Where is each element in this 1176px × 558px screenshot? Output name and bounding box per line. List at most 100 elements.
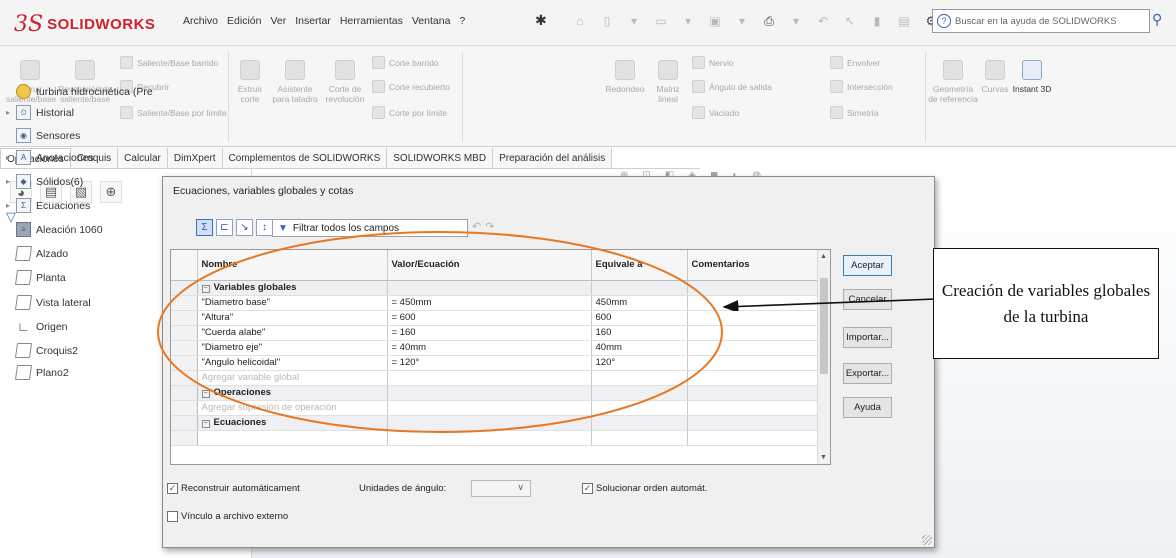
comment-cell[interactable] [687,355,820,371]
add-row[interactable] [171,430,820,446]
comment-cell[interactable] [687,325,820,341]
dimension-view-icon[interactable]: ↘ [236,219,253,236]
value-equation-cell[interactable]: = 450mm [387,295,592,311]
tree-item[interactable]: Plano2 [6,365,69,380]
mirror-button[interactable]: Simetría [830,106,879,119]
empty-cell[interactable] [591,400,688,416]
column-header-name[interactable]: Nombre [197,250,388,281]
value-equation-cell[interactable]: = 40mm [387,340,592,356]
tree-item[interactable]: Croquis2 [6,343,78,358]
filter-all-fields-button[interactable]: ▼ Filtrar todos los campos [272,219,468,237]
tree-item[interactable]: Alzado [6,246,68,261]
column-header-value[interactable]: Valor/Ecuación [387,250,592,281]
undo-icon[interactable]: ↶ [472,220,481,233]
chevron-down-icon[interactable]: ▾ [678,11,698,31]
solidworks-logo[interactable]: 3S SOLIDWORKS [14,10,155,38]
ordered-view-icon[interactable]: ↕ [256,219,273,236]
solve-order-checkbox[interactable]: ✓ Solucionar orden automát. [582,483,707,494]
menu-item-0[interactable]: Archivo [183,15,218,27]
scroll-down-icon[interactable]: ▼ [820,454,827,461]
variable-name-cell[interactable]: "Cuerda alabe" [197,325,388,341]
angle-units-select[interactable]: ∨ [471,480,531,497]
fillet-button[interactable]: Redondeo [600,60,650,94]
link-external-checkbox[interactable]: Vínculo a archivo externo [167,511,288,522]
group-header[interactable]: − Operaciones [197,385,388,401]
save-icon[interactable]: ▣ [705,11,725,31]
comment-cell[interactable] [687,310,820,326]
group-header[interactable]: − Variables globales [197,280,388,296]
expand-arrow-icon[interactable]: ▸ [6,108,16,117]
tree-item[interactable]: ▸ ⏲ Historial [6,105,74,120]
tree-item[interactable]: Vista lateral [6,295,91,310]
chevron-down-icon[interactable]: ▾ [624,11,644,31]
shell-button[interactable]: Vaciado [692,106,739,119]
menu-item-1[interactable]: Edición [227,15,261,27]
home-icon[interactable]: ⌂ [570,11,590,31]
add-entry-cell[interactable]: Agregar variable global [197,370,388,386]
variable-name-cell[interactable]: "Angulo helicoidal" [197,355,388,371]
empty-cell[interactable] [387,400,592,416]
value-equation-cell[interactable]: = 120° [387,355,592,371]
tab-5[interactable]: SOLIDWORKS MBD [387,148,494,169]
extrude-cut-button[interactable]: Extruir corte [232,60,268,104]
evaluates-to-cell[interactable]: 450mm [591,295,688,311]
undo-icon[interactable]: ↶ [813,11,833,31]
evaluates-to-cell[interactable]: 40mm [591,340,688,356]
group-header[interactable]: − Ecuaciones [197,415,388,431]
tree-item[interactable]: ▸ A Anotaciones [6,150,94,165]
revolve-cut-button[interactable]: Corte de revolución [322,60,368,104]
chevron-down-icon[interactable]: ▾ [786,11,806,31]
value-equation-cell[interactable]: = 600 [387,310,592,326]
boundary-boss-button[interactable]: Saliente/Base por límite [120,106,227,119]
evaluates-to-cell[interactable]: 600 [591,310,688,326]
column-header-comments[interactable]: Comentarios [687,250,820,281]
tree-item[interactable]: ∟ Origen [6,319,67,334]
swept-boss-button[interactable]: Saliente/Base barrido [120,56,218,69]
select-icon[interactable]: ↖ [840,11,860,31]
export-button[interactable]: Exportar... [843,363,892,384]
hole-wizard-button[interactable]: Asistente para taladro [270,60,320,104]
cancel-button[interactable]: Cancelar [843,289,892,310]
reference-geometry-button[interactable]: Geometría de referencia [928,60,978,104]
variable-name-cell[interactable]: "Diametro base" [197,295,388,311]
empty-cell[interactable] [591,370,688,386]
collapse-toggle-icon[interactable]: − [201,420,210,428]
collapse-toggle-icon[interactable]: − [201,390,210,398]
expand-arrow-icon[interactable]: ▸ [6,153,16,162]
help-button[interactable]: Ayuda [843,397,892,418]
menu-item-2[interactable]: Ver [270,15,286,27]
wrap-button[interactable]: Envolver [830,56,880,69]
add-entry-cell[interactable] [197,430,388,446]
expand-arrow-icon[interactable]: ▸ [6,177,16,186]
resize-grip[interactable] [922,535,932,545]
scroll-up-icon[interactable]: ▲ [820,253,827,260]
open-icon[interactable]: ▭ [651,11,671,31]
table-row[interactable]: "Diametro base" = 450mm 450mm [171,295,820,311]
import-button[interactable]: Importar... [843,327,892,348]
accept-button[interactable]: Aceptar [843,255,892,276]
empty-cell[interactable] [687,430,820,446]
expand-arrow-icon[interactable]: ▸ [6,201,16,210]
menu-item-5[interactable]: Ventana [412,15,451,27]
tree-item[interactable]: ▸ Σ Ecuaciones [6,198,90,213]
table-row[interactable]: "Cuerda alabe" = 160 160 [171,325,820,341]
scrollbar-thumb[interactable] [820,278,828,374]
empty-cell[interactable] [387,430,592,446]
menu-item-6[interactable]: ? [459,15,465,27]
add-row[interactable]: Agregar variable global [171,370,820,386]
help-search-input[interactable]: ? Buscar en la ayuda de SOLIDWORKS [932,9,1150,33]
tab-2[interactable]: Calcular [118,148,168,169]
tree-item[interactable]: Planta [6,270,66,285]
empty-cell[interactable] [387,370,592,386]
table-scrollbar[interactable]: ▲ ▼ [817,250,830,464]
variable-name-cell[interactable]: "Diametro eje" [197,340,388,356]
equation-view-icon[interactable]: Σ [196,219,213,236]
empty-cell[interactable] [687,400,820,416]
swept-cut-button[interactable]: Corte barrido [372,56,439,69]
value-equation-cell[interactable]: = 160 [387,325,592,341]
table-row[interactable]: "Altura" = 600 600 [171,310,820,326]
redo-icon[interactable]: ↷ [485,220,494,233]
instant-3d-button[interactable]: Instant 3D [1012,60,1052,94]
collapse-toggle-icon[interactable]: − [201,285,210,293]
evaluates-to-cell[interactable]: 120° [591,355,688,371]
